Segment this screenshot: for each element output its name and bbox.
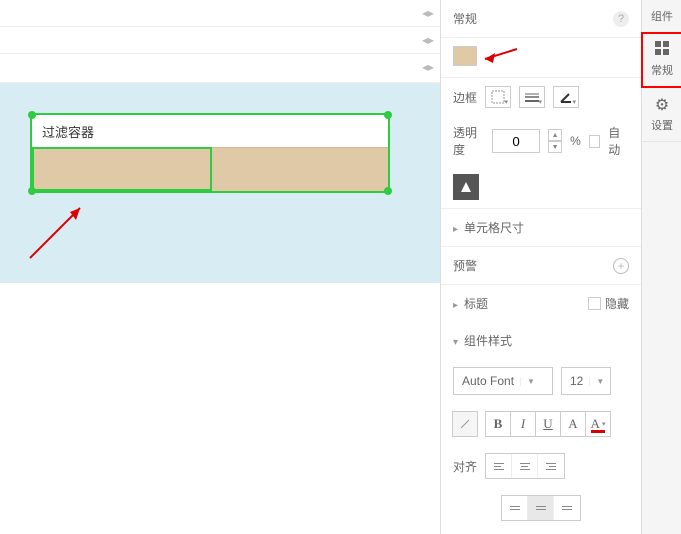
font-row: Auto Font ▼ 12 ▼ — [441, 359, 641, 403]
text-color-button[interactable] — [452, 411, 478, 437]
fill-color-swatch[interactable] — [453, 46, 477, 66]
opacity-section: 透明度 ▲ ▼ % 自动 — [441, 116, 641, 166]
style-preset-button[interactable] — [453, 174, 479, 200]
chevron-down-icon: ▾ — [453, 337, 458, 348]
format-row: B I U A A▾ — [441, 403, 641, 445]
row-toggle-icon[interactable]: ◂▸ — [422, 33, 434, 47]
italic-button[interactable]: I — [510, 411, 536, 437]
add-alert-button[interactable]: + — [613, 258, 629, 274]
row-1: ◂▸ — [0, 0, 440, 27]
tab-general-label: 常规 — [651, 65, 673, 77]
top-rows: ◂▸ ◂▸ ◂▸ — [0, 0, 440, 83]
format-group: B I U A A▾ — [486, 411, 611, 437]
filter-container[interactable]: 过滤容器 — [30, 113, 390, 193]
chevron-right-icon: ▸ — [453, 224, 458, 235]
hide-checkbox[interactable] — [588, 297, 601, 310]
properties-panel: 常规 ? 边框 ▾ ▾ ▾ 透明度 ▲ ▼ % 自动 — [440, 0, 641, 534]
bold-button[interactable]: B — [485, 411, 511, 437]
title-label: 标题 — [464, 297, 488, 311]
v-align-row — [441, 487, 641, 529]
border-style-picker[interactable]: ▾ — [485, 86, 511, 108]
align-row: 对齐 — [441, 445, 641, 487]
hide-label: 隐藏 — [605, 295, 629, 312]
resize-handle-tr[interactable] — [384, 111, 392, 119]
row-toggle-icon[interactable]: ◂▸ — [422, 60, 434, 74]
tab-general[interactable]: 常规 — [642, 33, 681, 87]
canvas-area: ◂▸ ◂▸ ◂▸ 过滤容器 — [0, 0, 440, 534]
tab-settings[interactable]: ⚙ 设置 — [642, 87, 681, 142]
resize-handle-br[interactable] — [384, 187, 392, 195]
row-toggle-icon[interactable]: ◂▸ — [422, 6, 434, 20]
opacity-label: 透明度 — [453, 124, 484, 158]
resize-handle-tl[interactable] — [28, 111, 36, 119]
annotation-arrow-swatch — [477, 44, 527, 74]
align-left-button[interactable] — [486, 454, 512, 478]
v-align-group — [501, 495, 581, 521]
filter-container-title: 过滤容器 — [32, 115, 388, 147]
panel-title: 常规 — [453, 10, 477, 27]
filter-cell-1[interactable] — [32, 147, 212, 191]
row-2: ◂▸ — [0, 27, 440, 54]
row-3: ◂▸ — [0, 54, 440, 81]
component-style-section[interactable]: ▾ 组件样式 — [441, 322, 641, 359]
filter-container-body — [32, 147, 388, 191]
opacity-unit: % — [570, 134, 581, 148]
alert-section[interactable]: 预警 + — [441, 246, 641, 285]
align-top-button[interactable] — [502, 496, 528, 520]
dropdown-icon: ▼ — [589, 377, 604, 386]
opacity-down[interactable]: ▼ — [548, 141, 562, 153]
border-color-picker[interactable]: ▾ — [553, 86, 579, 108]
annotation-arrow-cell — [20, 198, 100, 268]
style-preset-section — [441, 166, 641, 209]
auto-label: 自动 — [608, 124, 629, 158]
align-label: 对齐 — [453, 458, 477, 475]
align-bottom-button[interactable] — [554, 496, 580, 520]
font-size-value: 12 — [570, 374, 583, 388]
cell-size-section[interactable]: ▸ 单元格尺寸 — [441, 209, 641, 246]
right-tab-bar: 组件 常规 ⚙ 设置 — [641, 0, 681, 534]
filter-cell-2[interactable] — [212, 147, 388, 191]
font-family-value: Auto Font — [462, 374, 514, 388]
tab-components-label: 组件 — [651, 11, 673, 23]
align-center-button[interactable] — [512, 454, 538, 478]
cell-size-label: 单元格尺寸 — [464, 221, 524, 235]
help-icon[interactable]: ? — [613, 11, 629, 27]
chevron-right-icon: ▸ — [453, 300, 458, 311]
gear-icon: ⚙ — [642, 95, 681, 115]
border-label: 边框 — [453, 89, 477, 106]
align-right-button[interactable] — [538, 454, 564, 478]
resize-handle-bl[interactable] — [28, 187, 36, 195]
align-middle-button[interactable] — [528, 496, 554, 520]
opacity-input[interactable] — [492, 129, 540, 153]
h-align-group — [485, 453, 565, 479]
component-style-label: 组件样式 — [464, 334, 512, 348]
border-width-picker[interactable]: ▾ — [519, 86, 545, 108]
tab-settings-label: 设置 — [651, 120, 673, 132]
opacity-up[interactable]: ▲ — [548, 129, 562, 141]
tab-components[interactable]: 组件 — [642, 0, 681, 33]
border-section: 边框 ▾ ▾ ▾ — [441, 78, 641, 116]
opacity-spinner: ▲ ▼ — [548, 129, 562, 153]
fill-section — [441, 38, 641, 78]
grid-icon — [642, 41, 681, 60]
font-family-select[interactable]: Auto Font ▼ — [453, 367, 553, 395]
dropdown-icon: ▼ — [520, 377, 535, 386]
alert-label: 预警 — [453, 257, 477, 274]
font-color-button[interactable]: A▾ — [585, 411, 611, 437]
auto-checkbox[interactable] — [589, 135, 601, 148]
font-style-a-button[interactable]: A — [560, 411, 586, 437]
canvas-background[interactable]: 过滤容器 — [0, 83, 440, 283]
font-size-select[interactable]: 12 ▼ — [561, 367, 611, 395]
panel-header: 常规 ? — [441, 0, 641, 38]
underline-button[interactable]: U — [535, 411, 561, 437]
title-section[interactable]: ▸ 标题 隐藏 — [441, 285, 641, 322]
